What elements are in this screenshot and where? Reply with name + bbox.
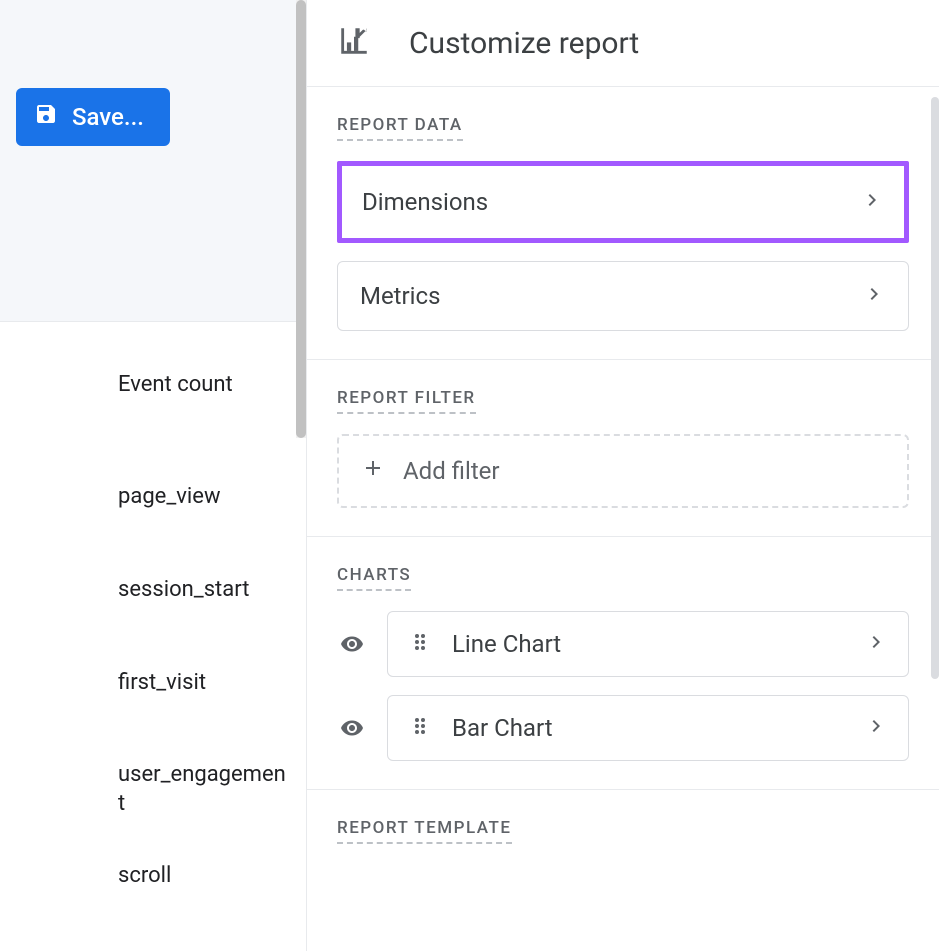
plus-icon bbox=[361, 456, 385, 486]
save-icon bbox=[34, 102, 58, 132]
line-chart-button[interactable]: Line Chart bbox=[387, 611, 909, 677]
drag-handle-icon[interactable] bbox=[408, 714, 432, 742]
save-button-label: Save... bbox=[72, 103, 144, 131]
panel-body: REPORT DATA Dimensions Metrics REPORT FI… bbox=[307, 87, 939, 874]
chart-row: Bar Chart bbox=[337, 695, 909, 761]
panel-title: Customize report bbox=[409, 26, 639, 61]
add-filter-label: Add filter bbox=[403, 457, 500, 485]
event-list-item[interactable]: first_visit bbox=[118, 669, 288, 698]
event-list-item[interactable]: page_view bbox=[118, 483, 288, 512]
section-report-template: REPORT TEMPLATE bbox=[307, 790, 939, 874]
section-report-data: REPORT DATA Dimensions Metrics bbox=[307, 87, 939, 360]
dimensions-label: Dimensions bbox=[362, 188, 488, 216]
visibility-toggle[interactable] bbox=[337, 716, 367, 740]
chevron-right-icon bbox=[864, 630, 888, 658]
customize-report-panel: Customize report REPORT DATA Dimensions … bbox=[307, 0, 939, 951]
panel-header: Customize report bbox=[307, 0, 939, 87]
left-top-area: Save... bbox=[0, 0, 296, 321]
scrollbar-thumb[interactable] bbox=[931, 97, 939, 679]
section-header-report-filter: REPORT FILTER bbox=[337, 388, 476, 414]
section-header-charts: CHARTS bbox=[337, 565, 411, 591]
chart-label: Line Chart bbox=[452, 630, 561, 658]
event-list-item[interactable]: scroll bbox=[118, 862, 288, 891]
dimensions-button[interactable]: Dimensions bbox=[337, 161, 909, 243]
save-button[interactable]: Save... bbox=[16, 88, 170, 146]
scrollbar-thumb[interactable] bbox=[296, 0, 306, 438]
chevron-right-icon bbox=[862, 282, 886, 310]
left-panel: Save... Event count page_view session_st… bbox=[0, 0, 296, 951]
visibility-toggle[interactable] bbox=[337, 632, 367, 656]
bar-chart-button[interactable]: Bar Chart bbox=[387, 695, 909, 761]
metrics-button[interactable]: Metrics bbox=[337, 261, 909, 331]
drag-handle-icon[interactable] bbox=[408, 630, 432, 658]
column-header-event-count: Event count bbox=[118, 372, 296, 397]
metrics-label: Metrics bbox=[360, 282, 440, 310]
scrollbar-track[interactable] bbox=[296, 0, 306, 438]
add-filter-button[interactable]: Add filter bbox=[337, 434, 909, 508]
left-bottom-area: Event count page_view session_start firs… bbox=[0, 321, 296, 951]
section-charts: CHARTS Line Chart bbox=[307, 537, 939, 790]
section-header-report-data: REPORT DATA bbox=[337, 115, 463, 141]
customize-report-icon bbox=[337, 24, 371, 62]
event-list-item[interactable]: user_engagement bbox=[118, 761, 288, 818]
chevron-right-icon bbox=[864, 714, 888, 742]
chart-label: Bar Chart bbox=[452, 714, 553, 742]
section-report-filter: REPORT FILTER Add filter bbox=[307, 360, 939, 537]
section-header-report-template: REPORT TEMPLATE bbox=[337, 818, 512, 844]
event-list-item[interactable]: session_start bbox=[118, 576, 288, 605]
chart-row: Line Chart bbox=[337, 611, 909, 677]
chevron-right-icon bbox=[860, 188, 884, 216]
